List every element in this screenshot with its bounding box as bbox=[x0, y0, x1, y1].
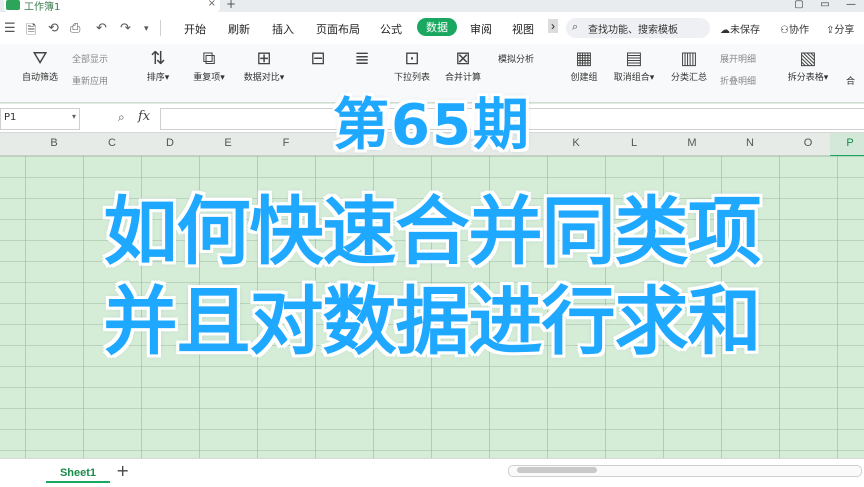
dropdown-list-icon: ⊡ bbox=[404, 48, 420, 69]
compare-icon: ⊞ bbox=[256, 48, 272, 69]
search-placeholder: 查找功能、搜索模板 bbox=[588, 25, 678, 36]
minimize-icon[interactable]: — bbox=[838, 0, 864, 12]
unsaved-status[interactable]: ☁未保存 bbox=[720, 21, 760, 36]
create-group-icon: ▦ bbox=[575, 48, 593, 69]
add-sheet-button[interactable]: + bbox=[116, 461, 129, 480]
close-tab-icon[interactable]: × bbox=[208, 0, 216, 9]
fill-button[interactable]: ≣ bbox=[344, 48, 380, 70]
print-icon[interactable]: ⎙ bbox=[70, 21, 80, 36]
menu-data[interactable]: 数据 bbox=[417, 18, 457, 36]
auto-filter-button[interactable]: ⛛ 自动筛选 bbox=[14, 48, 66, 83]
what-if-analysis-button[interactable]: 模拟分析 bbox=[498, 52, 534, 65]
share-button[interactable]: ⇪分享 bbox=[826, 21, 854, 36]
show-all-button[interactable]: 全部显示 bbox=[72, 52, 108, 65]
sheet-tab-bar: Sheet1 + bbox=[0, 458, 864, 487]
duplicates-button[interactable]: ⧉ 重复项▾ bbox=[186, 48, 232, 83]
subtotal-icon: ▥ bbox=[680, 48, 698, 69]
filter-icon: ⛛ bbox=[32, 48, 48, 69]
window-controls: ▢ ▭ — bbox=[786, 0, 864, 12]
sheet-tab[interactable]: Sheet1 bbox=[46, 461, 110, 483]
expand-detail-button[interactable]: 展开明细 bbox=[720, 52, 756, 65]
split-table-button[interactable]: ▧ 拆分表格▾ bbox=[780, 48, 836, 83]
episode-title: 第65期 bbox=[333, 93, 531, 158]
menu-formulas[interactable]: 公式 bbox=[380, 21, 402, 37]
menu-refresh[interactable]: 刷新 bbox=[228, 21, 250, 37]
refresh-icon[interactable]: ⟲ bbox=[48, 21, 59, 36]
data-compare-button[interactable]: ⊞ 数据对比▾ bbox=[236, 48, 292, 83]
ungroup-icon: ▤ bbox=[625, 48, 643, 69]
split-table-icon: ▧ bbox=[799, 48, 817, 69]
search-box[interactable]: ⌕ 查找功能、搜索模板 bbox=[566, 18, 710, 38]
new-tab-button[interactable]: + bbox=[226, 0, 236, 11]
search-icon: ⌕ bbox=[572, 20, 579, 33]
spreadsheet-icon bbox=[6, 0, 20, 10]
redo-icon[interactable]: ↷ bbox=[120, 21, 131, 36]
split-column-button[interactable]: ⊟ bbox=[300, 48, 336, 70]
restore-icon[interactable]: ▭ bbox=[812, 0, 838, 12]
title-bar: 工作簿1 × + ▢ ▭ — bbox=[0, 0, 864, 13]
consolidate-icon: ⊠ bbox=[455, 48, 471, 69]
sheet-tab-label: Sheet1 bbox=[59, 467, 97, 479]
subtotal-button[interactable]: ▥ 分类汇总 bbox=[664, 48, 714, 83]
duplicate-icon: ⧉ bbox=[202, 48, 216, 69]
menu-view[interactable]: 视图 bbox=[512, 21, 534, 37]
save-icon[interactable]: 🗎 bbox=[26, 21, 36, 43]
quick-access-more-icon[interactable]: ▾ bbox=[144, 24, 149, 34]
undo-icon[interactable]: ↶ bbox=[96, 21, 107, 36]
headline-line-2: 并且对数据进行求和 bbox=[103, 279, 762, 365]
scrollbar-thumb[interactable] bbox=[517, 467, 597, 473]
split-column-icon: ⊟ bbox=[310, 48, 326, 69]
horizontal-scrollbar[interactable] bbox=[508, 465, 862, 477]
menu-start[interactable]: 开始 bbox=[184, 21, 206, 37]
window-layout-icon[interactable]: ▢ bbox=[786, 0, 812, 12]
menu-review[interactable]: 审阅 bbox=[470, 21, 492, 37]
fill-icon: ≣ bbox=[354, 48, 370, 69]
dropdown-list-button[interactable]: ⊡ 下拉列表 bbox=[388, 48, 436, 83]
sort-icon: ⇅ bbox=[150, 48, 166, 69]
consolidate-button[interactable]: ⊠ 合并计算 bbox=[438, 48, 488, 83]
sort-button[interactable]: ⇅ 排序▾ bbox=[138, 48, 178, 83]
menu-bar: ☰ 🗎 ⟲ ⎙ ↶ ↷ ▾ 开始 刷新 插入 页面布局 公式 数据 审阅 视图 … bbox=[0, 12, 864, 44]
document-tab[interactable]: 工作簿1 × bbox=[4, 0, 220, 13]
collaborate-button[interactable]: ⚇协作 bbox=[780, 21, 809, 36]
main-menu-icon[interactable]: ☰ bbox=[4, 21, 16, 36]
menu-insert[interactable]: 插入 bbox=[272, 21, 294, 37]
menu-page-layout[interactable]: 页面布局 bbox=[316, 21, 360, 37]
create-group-button[interactable]: ▦ 创建组 bbox=[562, 48, 606, 83]
ungroup-button[interactable]: ▤ 取消组合▾ bbox=[606, 48, 662, 83]
more-menus-icon[interactable]: › bbox=[548, 19, 558, 33]
